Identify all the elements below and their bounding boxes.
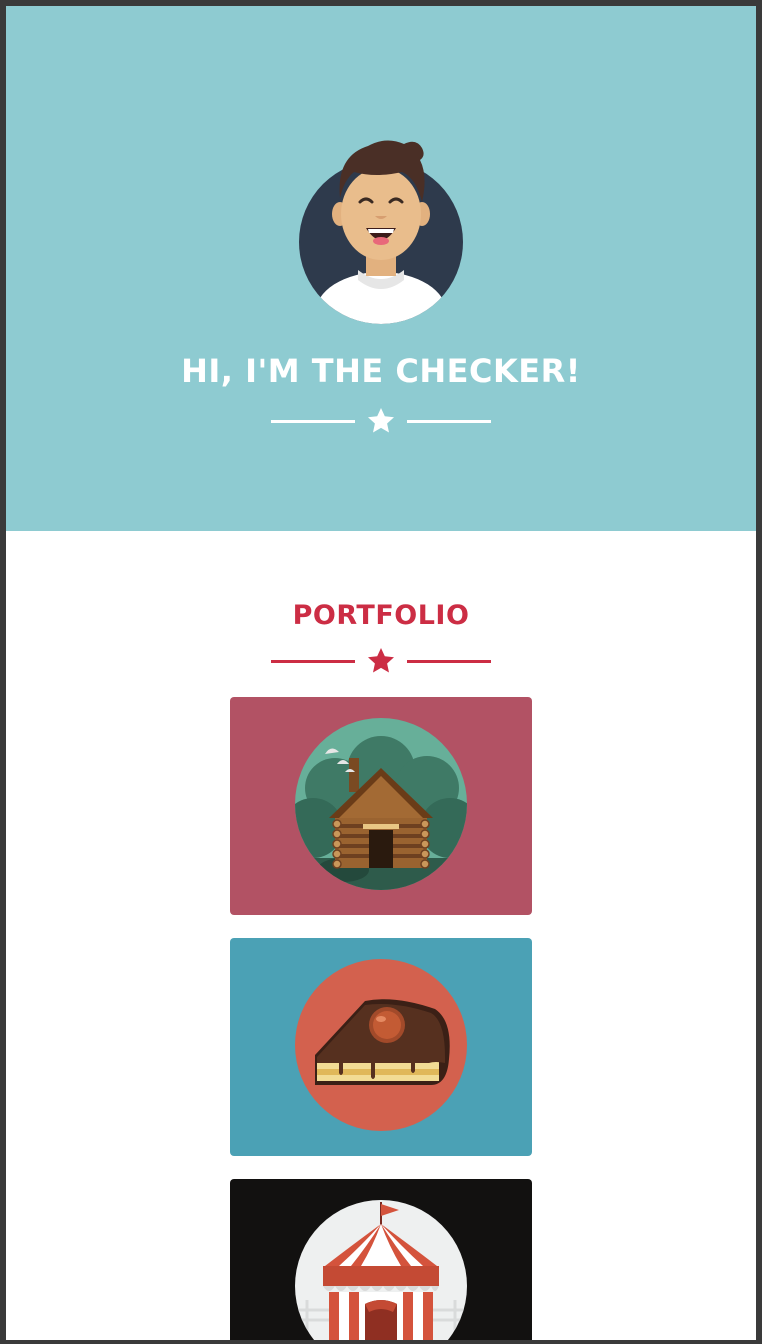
page-title: HI, I'M THE CHECKER!	[181, 352, 581, 390]
page: HI, I'M THE CHECKER! PORTFOLIO	[6, 6, 756, 1340]
portfolio-item-cake[interactable]	[230, 938, 532, 1156]
star-icon	[368, 408, 394, 433]
portfolio-divider	[6, 646, 756, 676]
hero-header: HI, I'M THE CHECKER!	[6, 6, 756, 531]
divider-line-left	[271, 660, 355, 663]
log-cabin-icon	[295, 718, 467, 890]
divider-line-left	[271, 420, 355, 423]
portfolio-item-cabin[interactable]	[230, 697, 532, 915]
avatar	[299, 140, 463, 324]
divider-line-right	[407, 420, 491, 423]
cake-slice-icon	[295, 959, 467, 1131]
star-icon	[368, 648, 394, 673]
circus-tent-icon	[295, 1200, 467, 1340]
section-title: PORTFOLIO	[292, 600, 470, 631]
hero-divider	[6, 406, 756, 436]
divider-line-right	[407, 660, 491, 663]
portfolio-item-circus[interactable]	[230, 1179, 532, 1340]
